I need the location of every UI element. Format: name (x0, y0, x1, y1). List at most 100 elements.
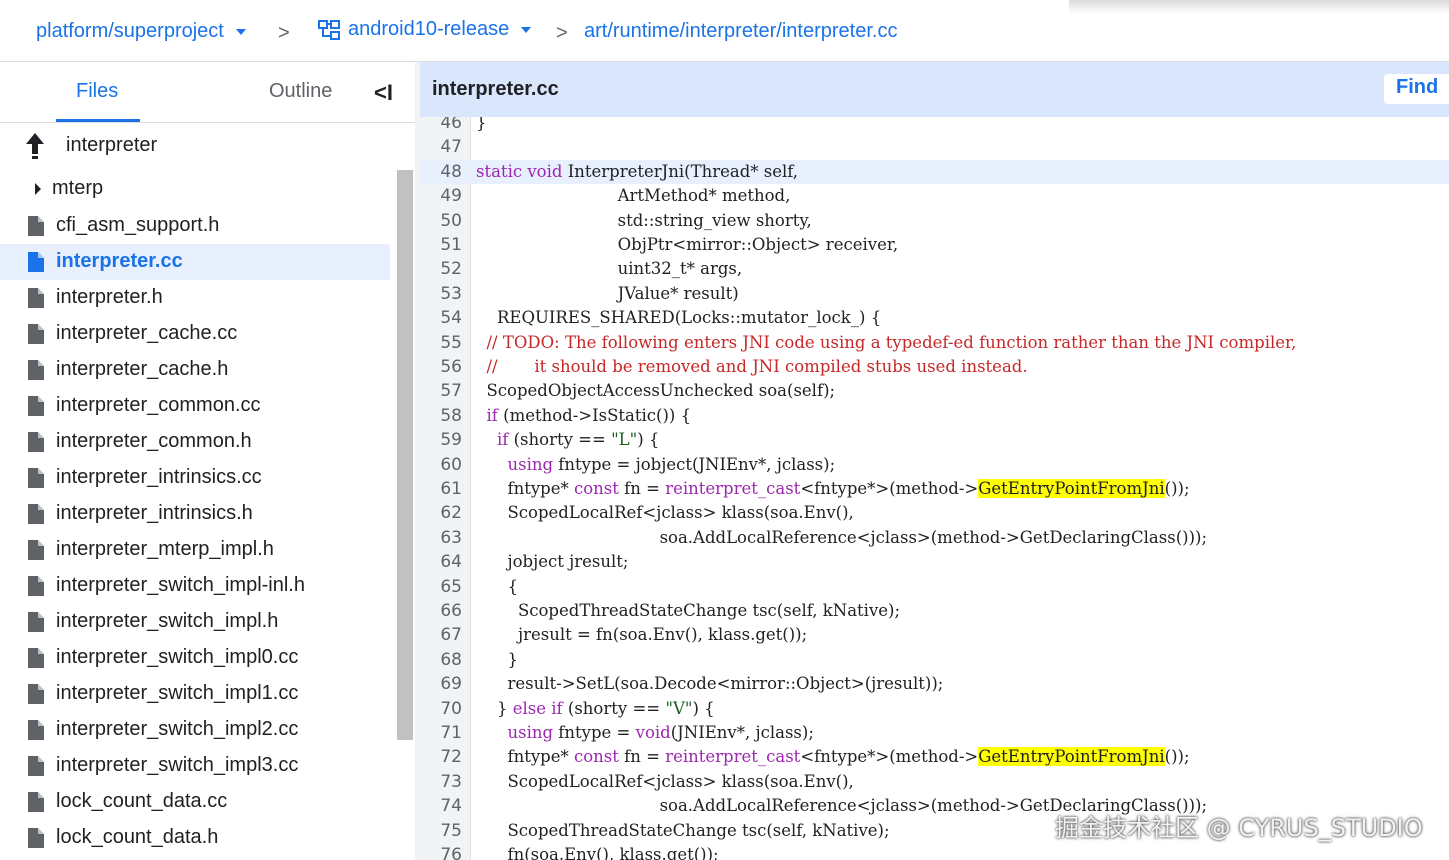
line-number[interactable]: 75 (420, 821, 462, 841)
line-number[interactable]: 62 (420, 503, 462, 523)
line-number[interactable]: 59 (420, 430, 462, 450)
code-line: 55 // TODO: The following enters JNI cod… (420, 331, 1449, 355)
file-label: interpreter_switch_impl.h (56, 610, 279, 632)
line-number[interactable]: 46 (420, 117, 462, 133)
line-number[interactable]: 55 (420, 333, 462, 353)
line-number[interactable]: 74 (420, 796, 462, 816)
line-number[interactable]: 64 (420, 552, 462, 572)
file-row[interactable]: lock_count_data.h (0, 820, 390, 856)
code-text: } else if (shorty == "V") { (476, 698, 715, 718)
line-number[interactable]: 61 (420, 479, 462, 499)
file-label: lock_count_data.cc (56, 790, 228, 812)
code-line: 49 ArtMethod* method, (420, 184, 1449, 208)
code-text: std::string_view shorty, (476, 210, 812, 230)
line-number[interactable]: 48 (420, 162, 462, 182)
breadcrumb-branch[interactable]: android10-release (318, 18, 532, 41)
active-tab-indicator (56, 119, 140, 122)
line-number[interactable]: 72 (420, 747, 462, 767)
line-number[interactable]: 49 (420, 186, 462, 206)
tab-outline[interactable]: Outline (269, 80, 332, 103)
file-label: interpreter.h (56, 286, 163, 308)
file-row[interactable]: interpreter_switch_impl-inl.h (0, 568, 390, 604)
file-row[interactable]: cfi_asm_support.h (0, 208, 390, 244)
code-text: ArtMethod* method, (476, 186, 791, 206)
code-filename: interpreter.cc (432, 78, 559, 100)
line-number[interactable]: 71 (420, 723, 462, 743)
code-text: fntype* const fn = reinterpret_cast<fnty… (476, 479, 1190, 498)
code-line: 46} (420, 117, 1449, 135)
chevron-down-icon[interactable] (521, 26, 532, 33)
line-number[interactable]: 65 (420, 577, 462, 597)
code-text: ObjPtr<mirror::Object> receiver, (476, 235, 899, 254)
code-view[interactable]: 46} 47 48 static void InterpreterJni(Thread… (420, 117, 1449, 860)
line-number[interactable]: 47 (420, 137, 462, 157)
file-row[interactable]: interpreter_common.cc (0, 388, 390, 424)
chevron-down-icon[interactable] (235, 28, 246, 35)
line-number[interactable]: 76 (420, 845, 462, 860)
breadcrumb-separator-icon: > (278, 22, 290, 44)
line-number[interactable]: 73 (420, 772, 462, 792)
code-line: 60 using fntype = jobject(JNIEnv*, jclas… (420, 453, 1449, 477)
code-text: fntype* const fn = reinterpret_cast<fnty… (476, 747, 1190, 767)
file-label: cfi_asm_support.h (56, 214, 220, 236)
code-line: 53 JValue* result) (420, 282, 1449, 306)
line-number[interactable]: 68 (420, 650, 462, 670)
code-line: 66 ScopedThreadStateChange tsc(self, kNa… (420, 599, 1449, 623)
find-button[interactable]: Find (1384, 74, 1449, 104)
code-text: uint32_t* args, (476, 259, 743, 279)
code-text: // TODO: The following enters JNI code u… (486, 332, 1297, 352)
file-row[interactable]: interpreter_intrinsics.h (0, 496, 390, 532)
chevron-right-icon[interactable] (33, 182, 43, 196)
code-line: 57 ScopedObjectAccessUnchecked soa(self)… (420, 379, 1449, 403)
collapse-panel-icon[interactable]: <I (374, 80, 393, 106)
file-label: interpreter_switch_impl3.cc (56, 754, 299, 776)
file-label: lock_count_data.h (56, 826, 219, 848)
line-number[interactable]: 60 (420, 455, 462, 475)
file-row[interactable]: interpreter_switch_impl1.cc (0, 676, 390, 712)
file-icon (28, 828, 44, 848)
file-row[interactable]: interpreter_switch_impl.h (0, 604, 390, 640)
file-row[interactable]: interpreter_cache.cc (0, 316, 390, 352)
parent-folder-row[interactable]: interpreter (0, 128, 390, 164)
file-row[interactable]: interpreter_switch_impl2.cc (0, 712, 390, 748)
file-row[interactable]: lock_count_data.cc (0, 784, 390, 820)
code-text: // it should be removed and JNI compiled… (486, 357, 1028, 376)
line-number[interactable]: 67 (420, 625, 462, 645)
line-number[interactable]: 66 (420, 601, 462, 621)
arrow-up-icon (26, 133, 44, 159)
line-number[interactable]: 70 (420, 699, 462, 719)
file-icon (28, 432, 44, 452)
code-line: 70 } else if (shorty == "V") { (420, 697, 1449, 721)
watermark: 掘金技术社区 @ CYRUS_STUDIO (1055, 814, 1423, 842)
line-number[interactable]: 53 (420, 284, 462, 304)
file-label: interpreter_switch_impl-inl.h (56, 574, 305, 596)
file-tree-scrollbar[interactable] (397, 170, 413, 740)
file-row[interactable]: interpreter_switch_impl0.cc (0, 640, 390, 676)
line-number[interactable]: 52 (420, 259, 462, 279)
code-line: 59 if (shorty == "L") { (420, 428, 1449, 452)
line-number[interactable]: 56 (420, 357, 462, 377)
parent-folder-label: interpreter (66, 134, 158, 156)
line-number[interactable]: 51 (420, 235, 462, 255)
file-row[interactable]: interpreter_common.h (0, 424, 390, 460)
line-number[interactable]: 57 (420, 381, 462, 401)
code-line: 76 fn(soa.Env(), klass.get()); (420, 843, 1449, 860)
line-number[interactable]: 63 (420, 528, 462, 548)
breadcrumb-project[interactable]: platform/superproject (36, 20, 246, 43)
tab-files[interactable]: Files (76, 80, 118, 103)
file-icon (28, 252, 44, 272)
folder-row-mterp[interactable]: mterp (0, 171, 390, 207)
file-row[interactable]: interpreter.cc (0, 244, 390, 280)
file-row[interactable]: interpreter_switch_impl3.cc (0, 748, 390, 784)
file-label: interpreter_cache.cc (56, 322, 238, 344)
file-row[interactable]: interpreter_cache.h (0, 352, 390, 388)
line-number[interactable]: 50 (420, 211, 462, 231)
line-number[interactable]: 58 (420, 406, 462, 426)
line-number[interactable]: 69 (420, 674, 462, 694)
file-row[interactable]: interpreter.h (0, 280, 390, 316)
file-row[interactable]: interpreter_mterp_impl.h (0, 532, 390, 568)
line-number[interactable]: 54 (420, 308, 462, 328)
file-row[interactable]: interpreter_intrinsics.cc (0, 460, 390, 496)
code-text: ScopedLocalRef<jclass> klass(soa.Env(), (476, 771, 854, 791)
breadcrumb-path[interactable]: art/runtime/interpreter/interpreter.cc (584, 20, 897, 43)
